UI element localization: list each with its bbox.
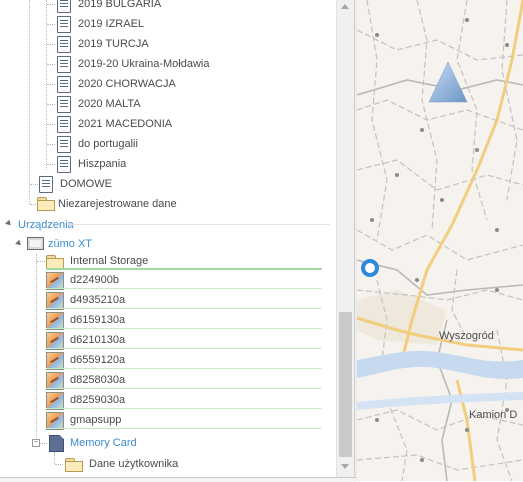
map-size-bar — [46, 388, 322, 389]
map-file-label: gmapsupp — [70, 414, 122, 426]
tree-bottom-border — [0, 477, 356, 482]
tree-item-label: Hiszpania — [78, 158, 127, 170]
tree-connector — [47, 104, 55, 106]
map-view[interactable]: Wyszogród Kamion D — [357, 0, 523, 481]
tree-item-map-file[interactable]: d6559120a — [0, 350, 330, 370]
folder-open-icon — [46, 255, 64, 269]
tree-item-label: 2020 CHORWACJA — [78, 78, 176, 90]
tree-item-map-file[interactable]: d8259030a — [0, 390, 330, 410]
tree-connector — [47, 164, 55, 166]
device-label: zūmo XT — [48, 238, 93, 250]
tree-item-label: 2021 MACEDONIA — [78, 118, 173, 130]
collection-doc-icon — [57, 116, 71, 133]
folder-open-icon — [37, 197, 55, 211]
collapse-arrow-icon[interactable] — [5, 219, 13, 228]
town-label: Kamion D — [469, 409, 517, 421]
collection-doc-icon — [57, 156, 71, 173]
section-separator — [70, 224, 330, 225]
tree-item-collection[interactable]: 2019-20 Ukraina-Mołdawia — [0, 54, 330, 74]
map-file-label: d6210130a — [70, 334, 126, 346]
tree-item-collection[interactable]: do portugalii — [0, 134, 330, 154]
tree-item-collection[interactable]: Hiszpania — [0, 154, 330, 174]
device-icon — [27, 237, 44, 250]
map-size-bar — [46, 408, 322, 409]
tree-item-map-file[interactable]: d8258030a — [0, 370, 330, 390]
memory-card-icon — [49, 435, 64, 452]
tree-connector — [47, 44, 55, 46]
scroll-down-icon[interactable] — [341, 464, 349, 469]
tree-item-label: Dane użytkownika — [89, 458, 179, 470]
tree-item-label: 2019 BULGARIA — [78, 0, 162, 10]
map-file-label: d224900b — [70, 274, 119, 286]
collapse-arrow-icon[interactable] — [15, 239, 23, 248]
location-marker-icon[interactable] — [361, 259, 379, 277]
map-file-label: d6159130a — [70, 314, 126, 326]
town-label: Wyszogród — [439, 330, 494, 342]
tree-connector — [47, 4, 55, 6]
map-file-label: d8258030a — [70, 374, 126, 386]
tree-item-label: do portugalii — [78, 138, 138, 150]
collection-doc-icon — [57, 56, 71, 73]
map-file-label: d8259030a — [70, 394, 126, 406]
tree-item-label: 2020 MALTA — [78, 98, 141, 110]
tree-connector — [30, 204, 36, 206]
map-canvas[interactable]: Wyszogród Kamion D — [357, 0, 523, 481]
tree-item-collection[interactable]: 2021 MACEDONIA — [0, 114, 330, 134]
tree-item-collection[interactable]: 2019 IZRAEL — [0, 14, 330, 34]
tree-item-map-file[interactable]: d6159130a — [0, 310, 330, 330]
tree-connector — [47, 84, 55, 86]
tree-scrollbar[interactable] — [336, 0, 354, 477]
collection-doc-icon — [57, 96, 71, 113]
collection-doc-icon — [57, 0, 71, 13]
tree-item-domowe[interactable]: DOMOWE — [0, 174, 330, 194]
tree-item-user-data[interactable]: Dane użytkownika — [0, 454, 330, 474]
tree-item-map-file[interactable]: d224900b — [0, 270, 330, 290]
collection-doc-icon — [39, 176, 53, 193]
map-size-bar — [46, 328, 322, 329]
map-file-label: d4935210a — [70, 294, 126, 306]
tree-item-label: 2019 TURCJA — [78, 38, 149, 50]
tree-item-map-file[interactable]: d6210130a — [0, 330, 330, 350]
tree-item-memory-card[interactable]: − Memory Card — [0, 433, 330, 453]
library-tree-panel: 2019 BULGARIA 2019 IZRAEL 2019 TURCJA 20… — [0, 0, 336, 481]
tree-connector — [47, 64, 55, 66]
collection-doc-icon — [57, 16, 71, 33]
tree-connector — [37, 261, 45, 263]
tree-item-label: 2019 IZRAEL — [78, 18, 145, 30]
section-label: Urządzenia — [18, 219, 74, 231]
tree-item-map-file[interactable]: gmapsupp — [0, 410, 330, 430]
collection-doc-icon — [57, 76, 71, 93]
collection-doc-icon — [57, 136, 71, 153]
tree-item-collection[interactable]: 2020 MALTA — [0, 94, 330, 114]
tree-item-collection[interactable]: 2019 BULGARIA — [0, 0, 330, 14]
tree-connector — [55, 464, 63, 466]
tree-item-map-file[interactable]: d4935210a — [0, 290, 330, 310]
tree-item-label: Niezarejestrowane dane — [58, 198, 177, 210]
tree-item-collection[interactable]: 2019 TURCJA — [0, 34, 330, 54]
map-size-bar — [46, 428, 322, 429]
map-size-bar — [46, 308, 322, 309]
tree-item-unregistered[interactable]: Niezarejestrowane dane — [0, 194, 330, 214]
map-size-bar — [46, 288, 322, 289]
tree-connector — [47, 144, 55, 146]
scroll-up-icon[interactable] — [341, 4, 349, 9]
tree-item-label: DOMOWE — [60, 178, 112, 190]
map-file-label: d6559120a — [70, 354, 126, 366]
folder-open-icon — [65, 458, 83, 472]
collapse-arrow-icon[interactable]: − — [32, 439, 40, 447]
map-size-bar — [46, 348, 322, 349]
tree-item-label: 2019-20 Ukraina-Mołdawia — [78, 58, 210, 70]
scroll-thumb[interactable] — [339, 312, 352, 457]
tree-item-label: Internal Storage — [70, 255, 149, 267]
tree-item-collection[interactable]: 2020 CHORWACJA — [0, 74, 330, 94]
tree-connector — [47, 24, 55, 26]
tree-connector — [30, 184, 38, 186]
tree-connector — [47, 124, 55, 126]
map-size-bar — [46, 368, 322, 369]
memory-card-label: Memory Card — [70, 437, 137, 449]
section-header-devices[interactable]: Urządzenia — [0, 215, 330, 235]
collection-doc-icon — [57, 36, 71, 53]
